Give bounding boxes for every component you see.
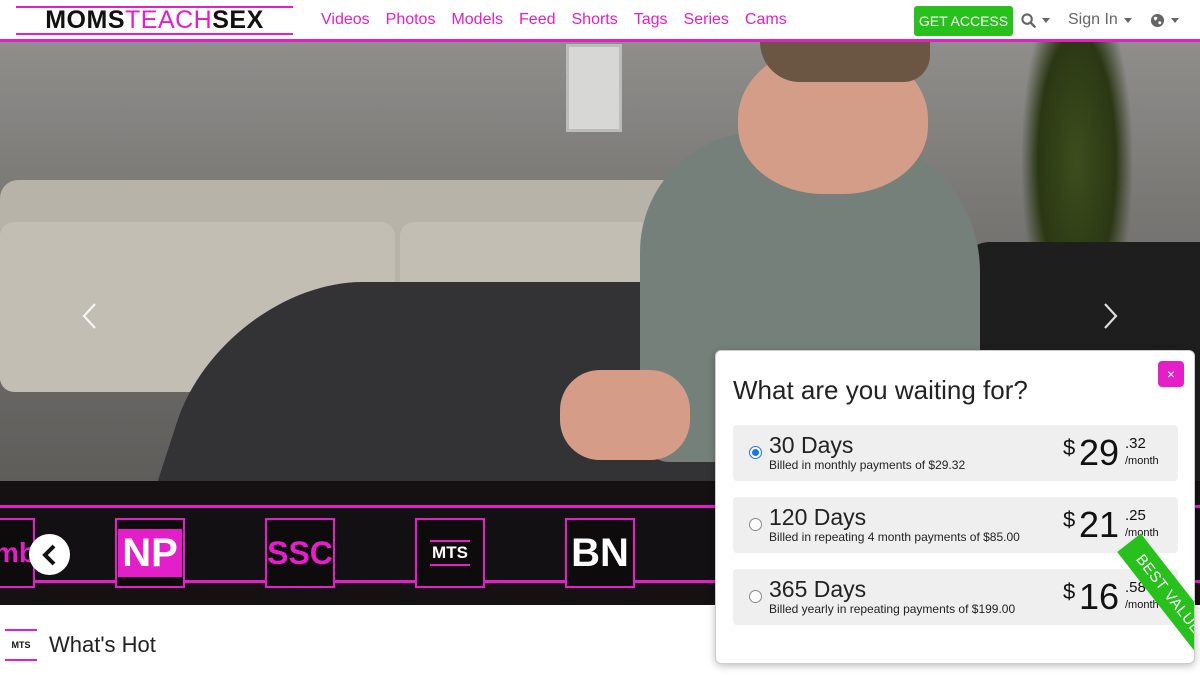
get-access-button[interactable]: GET ACCESS bbox=[914, 6, 1013, 36]
hero-prev-button[interactable] bbox=[80, 302, 100, 330]
chevron-down-icon bbox=[1171, 17, 1179, 23]
sign-in-dropdown[interactable]: Sign In bbox=[1068, 0, 1132, 40]
sign-in-label: Sign In bbox=[1068, 11, 1118, 28]
nav-link-photos[interactable]: Photos bbox=[386, 11, 436, 29]
popup-title: What are you waiting for? bbox=[733, 375, 1028, 405]
popup-close-button[interactable]: × bbox=[1158, 361, 1184, 387]
plan-billing-note: Billed yearly in repeating payments of $… bbox=[769, 602, 1016, 616]
site-logo[interactable]: MOMS TEACH SEX bbox=[16, 6, 293, 36]
price-amount: 16 bbox=[1079, 576, 1120, 617]
plan-radio[interactable] bbox=[749, 446, 762, 459]
nav-link-feed[interactable]: Feed bbox=[519, 11, 555, 29]
pricing-popup: × What are you waiting for? 30 Days Bill… bbox=[715, 350, 1195, 664]
price-cents: .25 bbox=[1125, 507, 1146, 524]
nav-link-shorts[interactable]: Shorts bbox=[572, 11, 618, 29]
whats-hot-logo: MTS bbox=[5, 629, 37, 661]
nav-link-models[interactable]: Models bbox=[451, 11, 503, 29]
price-currency: $ bbox=[1063, 507, 1076, 532]
strip-prev-button[interactable] bbox=[29, 534, 70, 575]
main-nav: Videos Photos Models Feed Shorts Tags Se… bbox=[321, 0, 803, 40]
chevron-down-icon bbox=[1042, 17, 1050, 23]
plan-option-30-days[interactable]: 30 Days Billed in monthly payments of $2… bbox=[733, 425, 1178, 481]
site-logo-np[interactable]: NP bbox=[115, 518, 185, 588]
search-dropdown[interactable] bbox=[1021, 0, 1050, 40]
nav-link-videos[interactable]: Videos bbox=[321, 11, 370, 29]
plan-days: 365 Days bbox=[769, 576, 867, 602]
search-icon bbox=[1021, 12, 1036, 28]
plan-radio[interactable] bbox=[749, 518, 762, 531]
nav-link-cams[interactable]: Cams bbox=[745, 11, 787, 29]
site-logo-ssc[interactable]: SSC bbox=[265, 518, 335, 588]
whats-hot-section: MTS What's Hot bbox=[5, 629, 156, 661]
price-period: /month bbox=[1125, 455, 1159, 467]
plan-billing-note: Billed in repeating 4 month payments of … bbox=[769, 530, 1020, 544]
price-period: /month bbox=[1125, 599, 1159, 611]
site-logo-bn[interactable]: BN bbox=[565, 518, 635, 588]
logo-word-sex: SEX bbox=[212, 6, 264, 34]
top-navbar: MOMS TEACH SEX Videos Photos Models Feed… bbox=[0, 0, 1200, 42]
nav-link-series[interactable]: Series bbox=[684, 11, 729, 29]
price-amount: 29 bbox=[1079, 432, 1120, 473]
hero-next-button[interactable] bbox=[1100, 302, 1120, 330]
site-logo-mts-label: MTS bbox=[430, 540, 470, 566]
price-cents: .32 bbox=[1125, 435, 1146, 452]
logo-word-teach: TEACH bbox=[125, 6, 213, 34]
site-logo-ssc-label: SSC bbox=[267, 534, 333, 571]
chevron-left-icon bbox=[82, 303, 96, 329]
site-logo-mts[interactable]: MTS bbox=[415, 518, 485, 588]
hero-figure-hair bbox=[760, 42, 930, 82]
price-currency: $ bbox=[1063, 579, 1076, 604]
site-logo-bn-label: BN bbox=[571, 530, 629, 575]
globe-icon bbox=[1150, 13, 1165, 27]
whats-hot-title: What's Hot bbox=[49, 632, 156, 657]
price-currency: $ bbox=[1063, 435, 1076, 460]
price-amount: 21 bbox=[1079, 504, 1120, 545]
plan-option-120-days[interactable]: 120 Days Billed in repeating 4 month pay… bbox=[733, 497, 1178, 553]
logo-text: MOMS TEACH SEX bbox=[16, 8, 293, 33]
chevron-down-icon bbox=[1123, 17, 1132, 23]
plan-radio[interactable] bbox=[749, 590, 762, 603]
site-logo-np-label: NP bbox=[118, 529, 182, 577]
chevron-left-icon bbox=[41, 544, 55, 565]
nav-link-tags[interactable]: Tags bbox=[634, 11, 668, 29]
language-dropdown[interactable] bbox=[1150, 0, 1179, 40]
chevron-right-icon bbox=[1104, 303, 1118, 329]
hero-figure-hands bbox=[560, 370, 690, 460]
plan-option-365-days[interactable]: 365 Days Billed yearly in repeating paym… bbox=[733, 569, 1178, 625]
plan-days: 30 Days bbox=[769, 432, 854, 458]
hero-window bbox=[566, 44, 622, 132]
plan-billing-note: Billed in monthly payments of $29.32 bbox=[769, 458, 966, 472]
logo-bottom-line bbox=[16, 33, 293, 35]
logo-word-moms: MOMS bbox=[45, 6, 125, 34]
plan-days: 120 Days bbox=[769, 504, 867, 530]
